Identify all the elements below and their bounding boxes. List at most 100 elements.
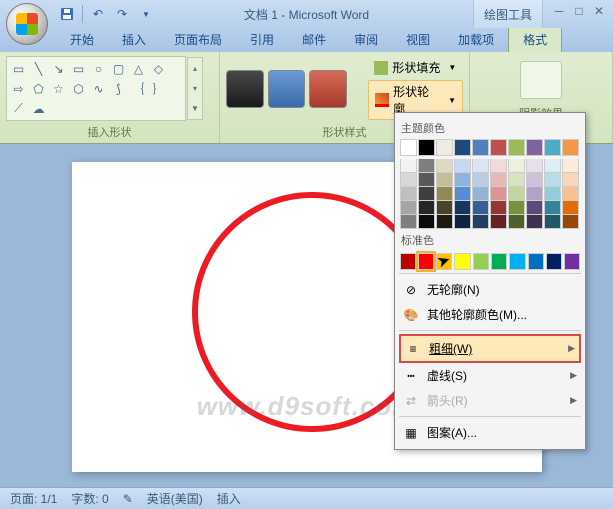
close-button[interactable]: ✕ [589, 2, 609, 20]
color-swatch[interactable] [418, 139, 435, 156]
color-swatch[interactable] [472, 159, 489, 173]
color-swatch[interactable] [528, 253, 544, 270]
tab-view[interactable]: 视图 [392, 27, 444, 52]
color-swatch[interactable] [490, 201, 507, 215]
color-swatch[interactable] [400, 253, 416, 270]
color-swatch[interactable] [544, 173, 561, 187]
weight-item[interactable]: ≡ 粗细(W) ▶ [399, 334, 581, 363]
bracket-icon[interactable]: ｛ [130, 80, 147, 97]
undo-button[interactable]: ↶ [87, 3, 109, 25]
color-swatch[interactable] [472, 139, 489, 156]
oval-icon[interactable]: ○ [90, 60, 107, 77]
triangle-icon[interactable]: △ [130, 60, 147, 77]
tab-review[interactable]: 审阅 [340, 27, 392, 52]
color-swatch[interactable] [508, 139, 525, 156]
color-swatch[interactable] [436, 215, 453, 229]
style-blue[interactable] [268, 70, 306, 108]
color-swatch[interactable] [562, 201, 579, 215]
color-swatch[interactable] [436, 173, 453, 187]
color-swatch[interactable] [472, 201, 489, 215]
color-swatch[interactable] [436, 201, 453, 215]
tab-format[interactable]: 格式 [508, 26, 562, 52]
office-button[interactable] [6, 3, 48, 45]
dashes-item[interactable]: ┅ 虚线(S) ▶ [399, 363, 581, 388]
color-swatch[interactable] [472, 173, 489, 187]
color-swatch[interactable] [400, 139, 417, 156]
color-swatch[interactable] [544, 159, 561, 173]
shadow-button[interactable] [520, 61, 562, 99]
color-swatch[interactable] [526, 215, 543, 229]
freeform-icon[interactable]: ⟆ [110, 80, 127, 97]
redo-button[interactable]: ↷ [111, 3, 133, 25]
color-swatch[interactable] [454, 187, 471, 201]
tab-references[interactable]: 引用 [236, 27, 288, 52]
maximize-button[interactable]: □ [569, 2, 589, 20]
tab-addins[interactable]: 加载项 [444, 27, 508, 52]
no-outline-item[interactable]: ⊘ 无轮廓(N) [399, 277, 581, 302]
color-swatch[interactable] [490, 159, 507, 173]
color-swatch[interactable] [544, 201, 561, 215]
color-swatch[interactable] [454, 215, 471, 229]
save-button[interactable] [56, 3, 78, 25]
color-swatch[interactable] [400, 215, 417, 229]
tab-insert[interactable]: 插入 [108, 27, 160, 52]
color-swatch[interactable] [418, 173, 435, 187]
style-black[interactable] [226, 70, 264, 108]
color-swatch[interactable] [454, 201, 471, 215]
color-swatch[interactable] [418, 253, 434, 270]
color-swatch[interactable] [508, 201, 525, 215]
curve-icon[interactable]: ∿ [90, 80, 107, 97]
color-swatch[interactable] [418, 215, 435, 229]
line-icon[interactable]: ╲ [30, 60, 47, 77]
color-swatch[interactable] [472, 187, 489, 201]
more-colors-item[interactable]: 🎨 其他轮廓颜色(M)... [399, 302, 581, 327]
color-swatch[interactable] [509, 253, 525, 270]
bracket2-icon[interactable]: ｝ [150, 80, 167, 97]
tab-mail[interactable]: 邮件 [288, 27, 340, 52]
color-swatch[interactable] [544, 187, 561, 201]
color-swatch[interactable] [526, 187, 543, 201]
color-swatch[interactable] [454, 173, 471, 187]
hexagon-icon[interactable]: ⬡ [70, 80, 87, 97]
diamond-icon[interactable]: ◇ [150, 60, 167, 77]
cloud-icon[interactable]: ☁ [30, 100, 47, 117]
rounded-rect-icon[interactable]: ▢ [110, 60, 127, 77]
color-swatch[interactable] [526, 139, 543, 156]
rect-icon[interactable]: ▭ [70, 60, 87, 77]
pattern-item[interactable]: ▦ 图案(A)... [399, 420, 581, 445]
minimize-button[interactable]: ─ [549, 2, 569, 20]
color-swatch[interactable] [490, 173, 507, 187]
callout-icon[interactable]: ⬠ [30, 80, 47, 97]
color-swatch[interactable] [564, 253, 580, 270]
textbox-icon[interactable]: ▭ [10, 60, 27, 77]
connector-icon[interactable]: ⟋ [10, 100, 27, 117]
color-swatch[interactable] [562, 159, 579, 173]
color-swatch[interactable] [544, 139, 561, 156]
color-swatch[interactable] [436, 159, 453, 173]
color-swatch[interactable] [526, 201, 543, 215]
status-mode[interactable]: 插入 [217, 490, 241, 507]
tab-home[interactable]: 开始 [56, 27, 108, 52]
color-swatch[interactable] [400, 159, 417, 173]
color-swatch[interactable] [508, 187, 525, 201]
star-icon[interactable]: ☆ [50, 80, 67, 97]
tab-layout[interactable]: 页面布局 [160, 27, 236, 52]
color-swatch[interactable] [473, 253, 489, 270]
color-swatch[interactable] [436, 139, 453, 156]
color-swatch[interactable] [562, 187, 579, 201]
color-swatch[interactable] [454, 139, 471, 156]
color-swatch[interactable] [472, 215, 489, 229]
color-swatch[interactable] [491, 253, 507, 270]
arrow-icon[interactable]: ↘ [50, 60, 67, 77]
color-swatch[interactable] [526, 159, 543, 173]
color-swatch[interactable] [490, 139, 507, 156]
shape-fill-button[interactable]: 形状填充▼ [368, 57, 463, 78]
status-page[interactable]: 页面: 1/1 [10, 490, 57, 507]
color-swatch[interactable] [508, 215, 525, 229]
color-swatch[interactable] [562, 215, 579, 229]
status-words[interactable]: 字数: 0 [71, 490, 108, 507]
color-swatch[interactable] [454, 159, 471, 173]
status-lang[interactable]: 英语(美国) [147, 490, 203, 507]
shapes-more-button[interactable]: ▴▾▼ [187, 57, 203, 120]
color-swatch[interactable] [436, 187, 453, 201]
